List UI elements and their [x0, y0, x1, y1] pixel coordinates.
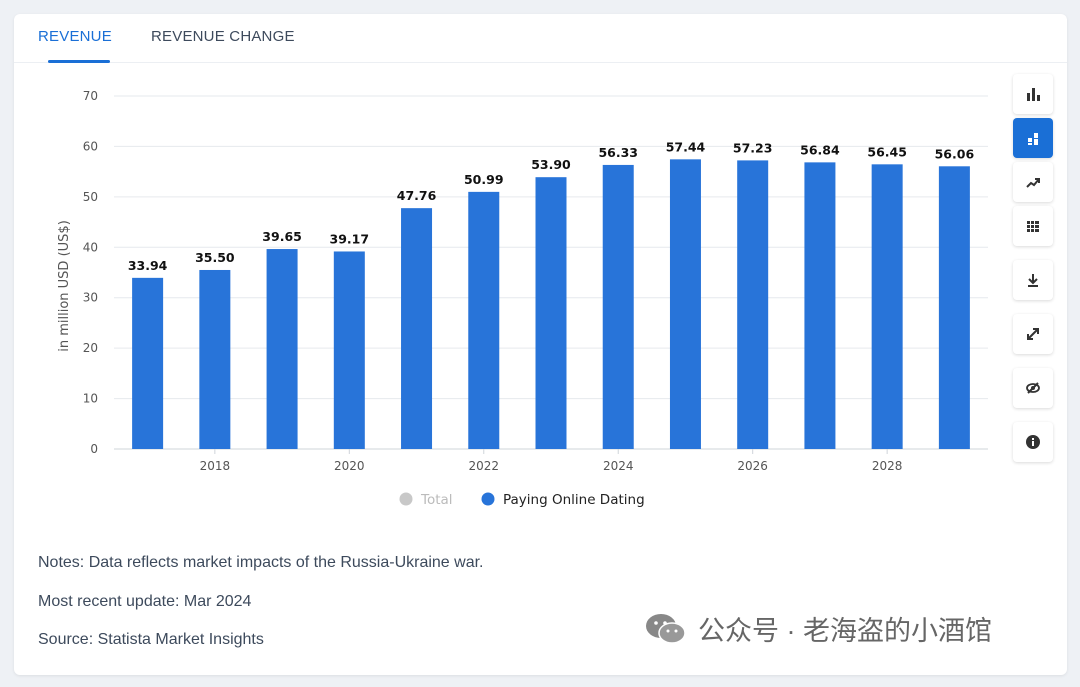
bar-chart-icon: [1027, 88, 1040, 101]
bar[interactable]: [535, 177, 567, 449]
chart-area: 0 10 20 30 40 50 60 70 33.94 35.50 39.65 39.17 47.7…: [14, 14, 1014, 554]
bar[interactable]: [871, 164, 903, 449]
legend-item[interactable]: Paying Online Dating: [481, 492, 645, 508]
stacked-bar-icon: [1028, 133, 1038, 145]
info-button[interactable]: [1013, 422, 1053, 462]
x-tick-label: 2022: [468, 459, 499, 473]
legend-marker: [481, 492, 495, 506]
bar[interactable]: [401, 208, 433, 449]
hide-icon: [1026, 382, 1040, 394]
wechat-icon: [646, 613, 686, 644]
x-tick-label: 2024: [603, 459, 634, 473]
info-icon: [1026, 435, 1040, 449]
hide-button[interactable]: [1013, 368, 1053, 408]
x-tick-label: 2020: [334, 459, 365, 473]
value-label: 56.45: [867, 144, 907, 159]
legend-marker: [399, 492, 413, 506]
legend-label: Paying Online Dating: [503, 492, 645, 508]
value-label: 35.50: [195, 250, 235, 265]
fullscreen-button[interactable]: [1013, 314, 1053, 354]
y-tick-label: 0: [90, 442, 98, 456]
watermark-text: 公众号 · 老海盗的小酒馆: [698, 616, 992, 646]
stacked-bar-button[interactable]: [1013, 118, 1053, 158]
bar[interactable]: [468, 191, 500, 449]
y-tick-label: 70: [83, 89, 98, 103]
legend: Total Paying Online Dating: [399, 492, 645, 508]
value-label: 39.17: [330, 231, 370, 246]
bar[interactable]: [938, 166, 970, 449]
table-icon: [1027, 221, 1039, 232]
value-label: 57.44: [666, 139, 706, 154]
update-text: Most recent update: Mar 2024: [38, 593, 252, 610]
bar[interactable]: [669, 159, 701, 449]
source-text: Source: Statista Market Insights: [38, 631, 264, 648]
x-axis-ticks: 2018 2020 2022 2024 2026 2028: [200, 449, 903, 473]
y-axis-ticks: 0 10 20 30 40 50 60 70: [83, 89, 98, 456]
bar[interactable]: [804, 162, 836, 449]
bar[interactable]: [602, 164, 634, 449]
notes-text: Notes: Data reflects market impacts of t…: [38, 554, 484, 571]
bar[interactable]: [737, 160, 769, 450]
value-label: 56.06: [935, 146, 975, 161]
bar[interactable]: [199, 269, 231, 449]
bar[interactable]: [132, 277, 164, 449]
value-label: 33.94: [128, 258, 168, 273]
chart-card: REVENUE REVENUE CHANGE 0 10 20 30 40 50 60 70 3…: [14, 14, 1067, 675]
watermark: 公众号 · 老海盗的小酒馆: [644, 609, 992, 648]
expand-icon: [1027, 328, 1039, 340]
value-label: 57.23: [733, 140, 773, 155]
legend-label: Total: [420, 492, 453, 508]
value-label: 39.65: [262, 229, 302, 244]
y-tick-label: 30: [83, 291, 98, 305]
bars: [132, 159, 970, 450]
value-label: 56.84: [800, 142, 840, 157]
line-chart-button[interactable]: [1013, 162, 1053, 202]
value-label: 56.33: [598, 145, 638, 160]
bar[interactable]: [266, 249, 298, 449]
y-axis-label: in million USD (US$): [57, 220, 72, 352]
x-tick-label: 2028: [872, 459, 903, 473]
y-tick-label: 50: [83, 190, 98, 204]
download-button[interactable]: [1013, 260, 1053, 300]
x-tick-label: 2018: [200, 459, 231, 473]
y-tick-label: 20: [83, 341, 98, 355]
bar[interactable]: [333, 251, 365, 449]
y-tick-label: 60: [83, 139, 98, 153]
value-label: 53.90: [531, 157, 571, 172]
table-button[interactable]: [1013, 206, 1053, 246]
y-tick-label: 40: [83, 240, 98, 254]
bar-chart: 0 10 20 30 40 50 60 70 33.94 35.50 39.65 39.17 47.7…: [57, 89, 988, 508]
value-label: 50.99: [464, 172, 504, 187]
legend-item[interactable]: Total: [399, 492, 453, 508]
download-icon: [1028, 274, 1038, 287]
bar-chart-button[interactable]: [1013, 74, 1053, 114]
x-tick-label: 2026: [737, 459, 768, 473]
y-tick-label: 10: [83, 392, 98, 406]
value-label: 47.76: [397, 188, 437, 203]
line-chart-icon: [1026, 178, 1040, 188]
